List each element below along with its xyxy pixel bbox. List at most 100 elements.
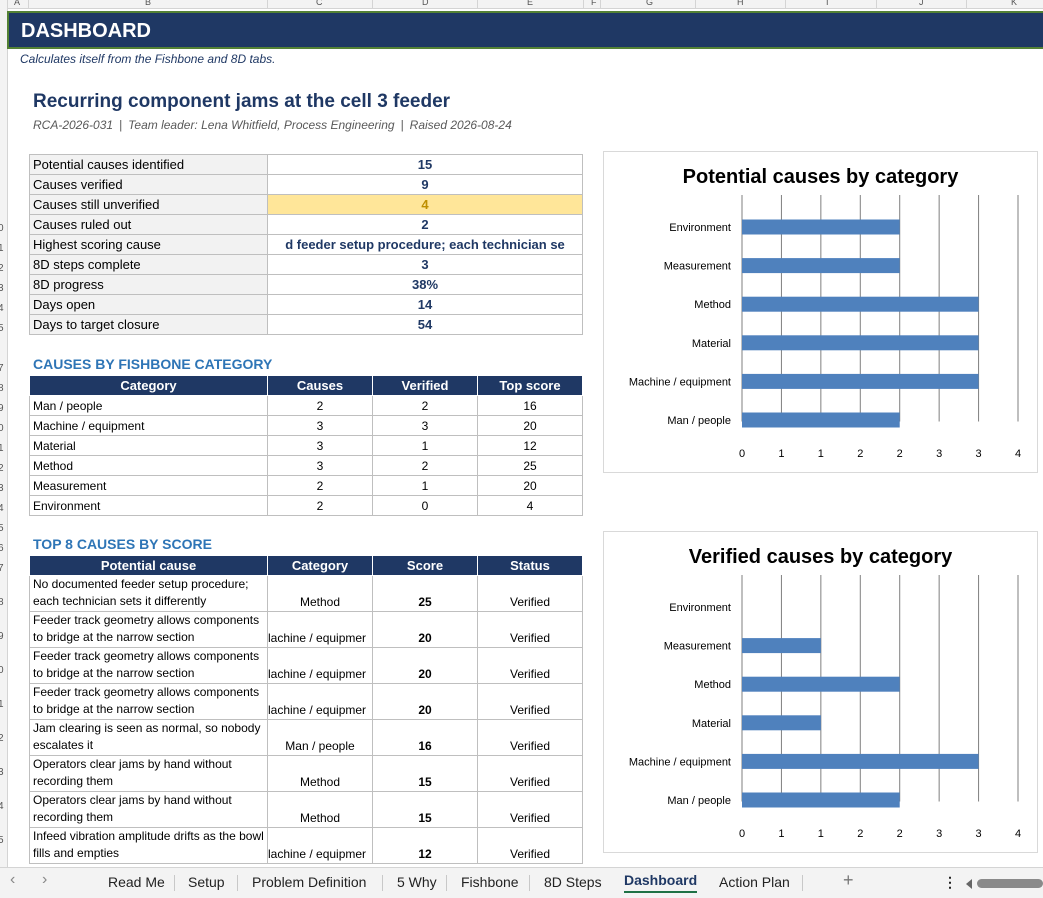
row-number[interactable]: 4	[0, 304, 4, 314]
table-cell[interactable]: 16	[477, 395, 583, 416]
row-number[interactable]: 7	[0, 564, 4, 574]
table-cell[interactable]: Feeder track geometry allows components …	[29, 611, 268, 648]
row-number[interactable]: 2	[0, 264, 4, 274]
kpi-label[interactable]: Potential causes identified	[29, 154, 268, 175]
horizontal-scrollbar-thumb[interactable]	[977, 879, 1043, 888]
table-cell[interactable]: Verified	[477, 755, 583, 792]
row-number[interactable]: 8	[0, 598, 4, 608]
table-cell[interactable]: Method	[267, 575, 373, 612]
table-cell[interactable]: Infeed vibration amplitude drifts as the…	[29, 827, 268, 864]
row-number[interactable]: 5	[0, 524, 4, 534]
column-header-i[interactable]: I	[826, 0, 829, 7]
kpi-value[interactable]: 15	[267, 154, 583, 175]
kpi-label[interactable]: Highest scoring cause	[29, 234, 268, 255]
table-cell[interactable]: lachine / equipmer	[267, 827, 373, 864]
column-header[interactable]: Score	[372, 555, 478, 576]
kpi-label[interactable]: Causes still unverified	[29, 194, 268, 215]
table-cell[interactable]: Feeder track geometry allows components …	[29, 647, 268, 684]
column-header-j[interactable]: J	[919, 0, 924, 7]
tab-8d-steps[interactable]: 8D Steps	[544, 874, 602, 890]
table-cell[interactable]: lachine / equipmer	[267, 647, 373, 684]
table-cell[interactable]: lachine / equipmer	[267, 611, 373, 648]
table-cell[interactable]: 3	[267, 415, 373, 436]
table-cell[interactable]: 15	[372, 755, 478, 792]
row-number[interactable]: 7	[0, 364, 4, 374]
more-options-icon[interactable]: ⋮	[943, 874, 957, 891]
top8-section-title[interactable]: TOP 8 CAUSES BY SCORE	[33, 536, 212, 552]
table-cell[interactable]: Verified	[477, 719, 583, 756]
table-cell[interactable]: Method	[267, 755, 373, 792]
kpi-label[interactable]: Days to target closure	[29, 314, 268, 335]
table-cell[interactable]: 20	[372, 611, 478, 648]
column-header-d[interactable]: D	[422, 0, 429, 7]
column-header[interactable]: Top score	[477, 375, 583, 396]
fishbone-section-title[interactable]: CAUSES BY FISHBONE CATEGORY	[33, 356, 272, 372]
table-cell[interactable]: Feeder track geometry allows components …	[29, 683, 268, 720]
row-number[interactable]: 2	[0, 734, 4, 744]
table-cell[interactable]: Verified	[477, 647, 583, 684]
kpi-label[interactable]: Causes verified	[29, 174, 268, 195]
kpi-value[interactable]: 2	[267, 214, 583, 235]
row-number[interactable]: 1	[0, 444, 4, 454]
table-cell[interactable]: Man / people	[29, 395, 268, 416]
table-cell[interactable]: 2	[267, 475, 373, 496]
kpi-value[interactable]: 9	[267, 174, 583, 195]
column-header[interactable]: Category	[267, 555, 373, 576]
table-cell[interactable]: 3	[372, 415, 478, 436]
table-cell[interactable]: No documented feeder setup procedure; ea…	[29, 575, 268, 612]
table-cell[interactable]: Verified	[477, 683, 583, 720]
kpi-label[interactable]: 8D progress	[29, 274, 268, 295]
kpi-value[interactable]: 38%	[267, 274, 583, 295]
table-cell[interactable]: Man / people	[267, 719, 373, 756]
table-cell[interactable]: 20	[372, 683, 478, 720]
table-cell[interactable]: lachine / equipmer	[267, 683, 373, 720]
table-cell[interactable]: 25	[477, 455, 583, 476]
table-cell[interactable]: 20	[372, 647, 478, 684]
table-cell[interactable]: Operators clear jams by hand without rec…	[29, 791, 268, 828]
column-header[interactable]: Verified	[372, 375, 478, 396]
tab-setup[interactable]: Setup	[188, 874, 225, 890]
table-cell[interactable]: 3	[267, 455, 373, 476]
row-number[interactable]: 4	[0, 802, 4, 812]
table-cell[interactable]: Operators clear jams by hand without rec…	[29, 755, 268, 792]
table-cell[interactable]: Verified	[477, 611, 583, 648]
table-cell[interactable]: Machine / equipment	[29, 415, 268, 436]
column-header[interactable]: Causes	[267, 375, 373, 396]
kpi-value[interactable]: d feeder setup procedure; each technicia…	[267, 234, 583, 255]
table-cell[interactable]: 16	[372, 719, 478, 756]
kpi-value[interactable]: 4	[267, 194, 583, 215]
row-number[interactable]: 9	[0, 404, 4, 414]
tab-action-plan[interactable]: Action Plan	[719, 874, 790, 890]
column-header[interactable]: Category	[29, 375, 268, 396]
table-cell[interactable]: 25	[372, 575, 478, 612]
tab-fishbone[interactable]: Fishbone	[461, 874, 519, 890]
tab-dashboard[interactable]: Dashboard	[624, 872, 698, 893]
dashboard-banner[interactable]: DASHBOARD	[7, 11, 1043, 49]
column-header-h[interactable]: H	[737, 0, 744, 7]
column-header[interactable]: Status	[477, 555, 583, 576]
row-number[interactable]: 1	[0, 700, 4, 710]
row-number[interactable]: 0	[0, 666, 4, 676]
table-cell[interactable]: 2	[372, 455, 478, 476]
problem-title[interactable]: Recurring component jams at the cell 3 f…	[33, 91, 450, 113]
row-number[interactable]: 3	[0, 484, 4, 494]
row-number[interactable]: 6	[0, 544, 4, 554]
row-number[interactable]: 5	[0, 324, 4, 334]
tab-scroll-next-icon[interactable]: ›	[42, 871, 47, 889]
kpi-label[interactable]: 8D steps complete	[29, 254, 268, 275]
row-number[interactable]: 2	[0, 464, 4, 474]
kpi-label[interactable]: Causes ruled out	[29, 214, 268, 235]
row-number[interactable]: 3	[0, 768, 4, 778]
row-number[interactable]: 5	[0, 836, 4, 846]
scroll-left-icon[interactable]	[966, 879, 972, 889]
table-cell[interactable]: 20	[477, 475, 583, 496]
table-cell[interactable]: 1	[372, 475, 478, 496]
table-cell[interactable]: Verified	[477, 575, 583, 612]
tab-5-why[interactable]: 5 Why	[397, 874, 437, 890]
kpi-label[interactable]: Days open	[29, 294, 268, 315]
table-cell[interactable]: Verified	[477, 827, 583, 864]
column-header[interactable]: Potential cause	[29, 555, 268, 576]
table-cell[interactable]: Measurement	[29, 475, 268, 496]
table-cell[interactable]: 15	[372, 791, 478, 828]
problem-meta[interactable]: RCA-2026-031 | Team leader: Lena Whitfield…	[33, 118, 512, 132]
